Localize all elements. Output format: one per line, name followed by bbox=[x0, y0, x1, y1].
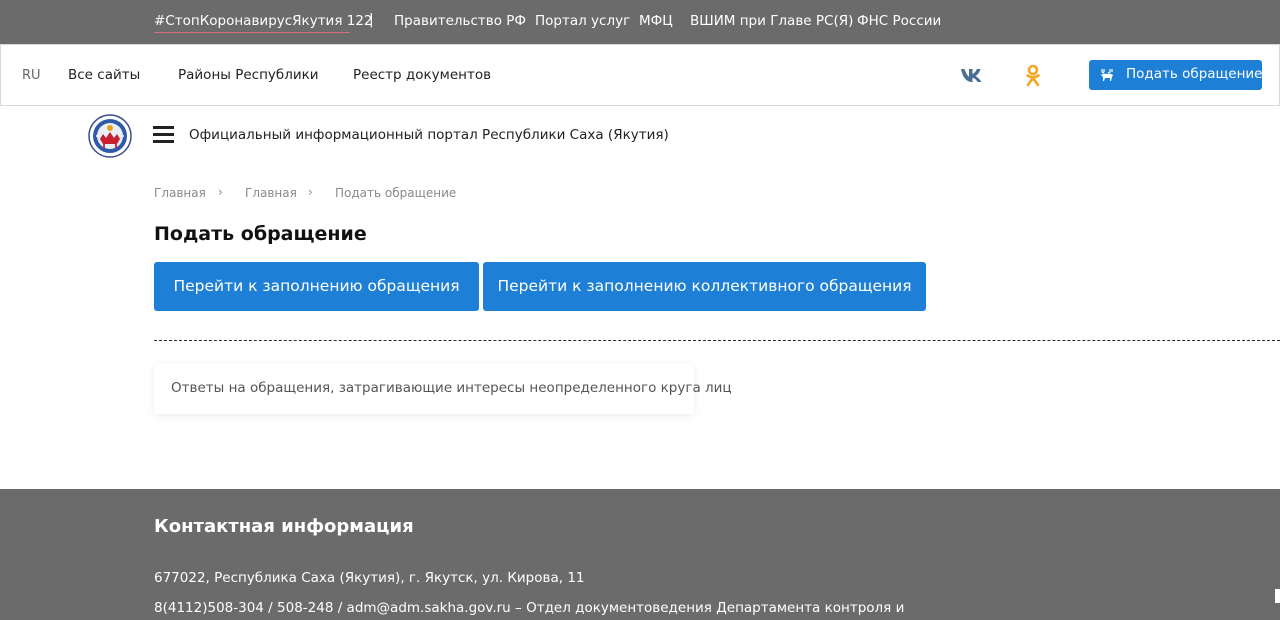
reindeer-icon bbox=[1101, 69, 1113, 81]
hashtag-underline bbox=[154, 32, 350, 33]
breadcrumb-item-home[interactable]: Главная bbox=[154, 186, 206, 200]
portal-title: Официальный информационный портал Респуб… bbox=[189, 127, 669, 143]
breadcrumb-chevron-icon: › bbox=[308, 185, 313, 199]
top-bar: #СтопКоронавирусЯкутия 122 | Правительст… bbox=[0, 0, 1280, 44]
footer-address: 677022, Республика Саха (Якутия), г. Яку… bbox=[154, 570, 585, 586]
breadcrumb-item-current: Подать обращение bbox=[335, 186, 457, 200]
topbar-link-services-portal[interactable]: Портал услуг bbox=[535, 13, 630, 29]
footer-heading: Контактная информация bbox=[154, 516, 414, 537]
main-nav: RU Все сайты Районы Республики Реестр до… bbox=[0, 44, 1280, 106]
fill-collective-appeal-button[interactable]: Перейти к заполнению коллективного обращ… bbox=[483, 262, 926, 311]
submit-appeal-header-label: Подать обращение bbox=[1126, 66, 1263, 82]
hamburger-menu-icon[interactable] bbox=[153, 126, 175, 144]
hashtag-link[interactable]: #СтопКоронавирусЯкутия 122 bbox=[154, 13, 373, 33]
submit-appeal-header-button[interactable]: Подать обращение bbox=[1089, 60, 1262, 90]
republic-emblem-logo[interactable] bbox=[88, 114, 132, 158]
topbar-link-mfc[interactable]: МФЦ bbox=[639, 13, 673, 29]
topbar-separator: | bbox=[369, 12, 374, 28]
nav-link-districts[interactable]: Районы Республики bbox=[178, 67, 319, 83]
hashtag-text: #СтопКоронавирусЯкутия 122 bbox=[154, 13, 373, 29]
breadcrumb-item-home-2[interactable]: Главная bbox=[245, 186, 297, 200]
footer: Контактная информация 677022, Республика… bbox=[0, 489, 1280, 620]
public-answers-card-text: Ответы на обращения, затрагивающие интер… bbox=[171, 380, 732, 396]
breadcrumb-chevron-icon: › bbox=[218, 185, 223, 199]
fill-individual-appeal-button[interactable]: Перейти к заполнению обращения bbox=[154, 262, 479, 311]
section-divider bbox=[154, 340, 1280, 341]
odnoklassniki-icon[interactable] bbox=[1025, 64, 1041, 88]
nav-link-documents-registry[interactable]: Реестр документов bbox=[353, 67, 491, 83]
scroll-to-top-edge[interactable] bbox=[1275, 589, 1280, 603]
public-answers-card[interactable]: Ответы на обращения, затрагивающие интер… bbox=[154, 364, 732, 414]
topbar-link-fns[interactable]: ФНС России bbox=[857, 13, 941, 29]
nav-link-all-sites[interactable]: Все сайты bbox=[68, 67, 140, 83]
topbar-link-government[interactable]: Правительство РФ bbox=[394, 13, 526, 29]
vk-icon[interactable] bbox=[960, 67, 984, 83]
footer-contacts[interactable]: 8(4112)508-304 / 508-248 / adm@adm.sakha… bbox=[154, 600, 904, 616]
page-title: Подать обращение bbox=[154, 223, 367, 245]
language-switch[interactable]: RU bbox=[22, 68, 41, 83]
topbar-link-vshim[interactable]: ВШИМ при Главе РС(Я) bbox=[690, 13, 853, 29]
